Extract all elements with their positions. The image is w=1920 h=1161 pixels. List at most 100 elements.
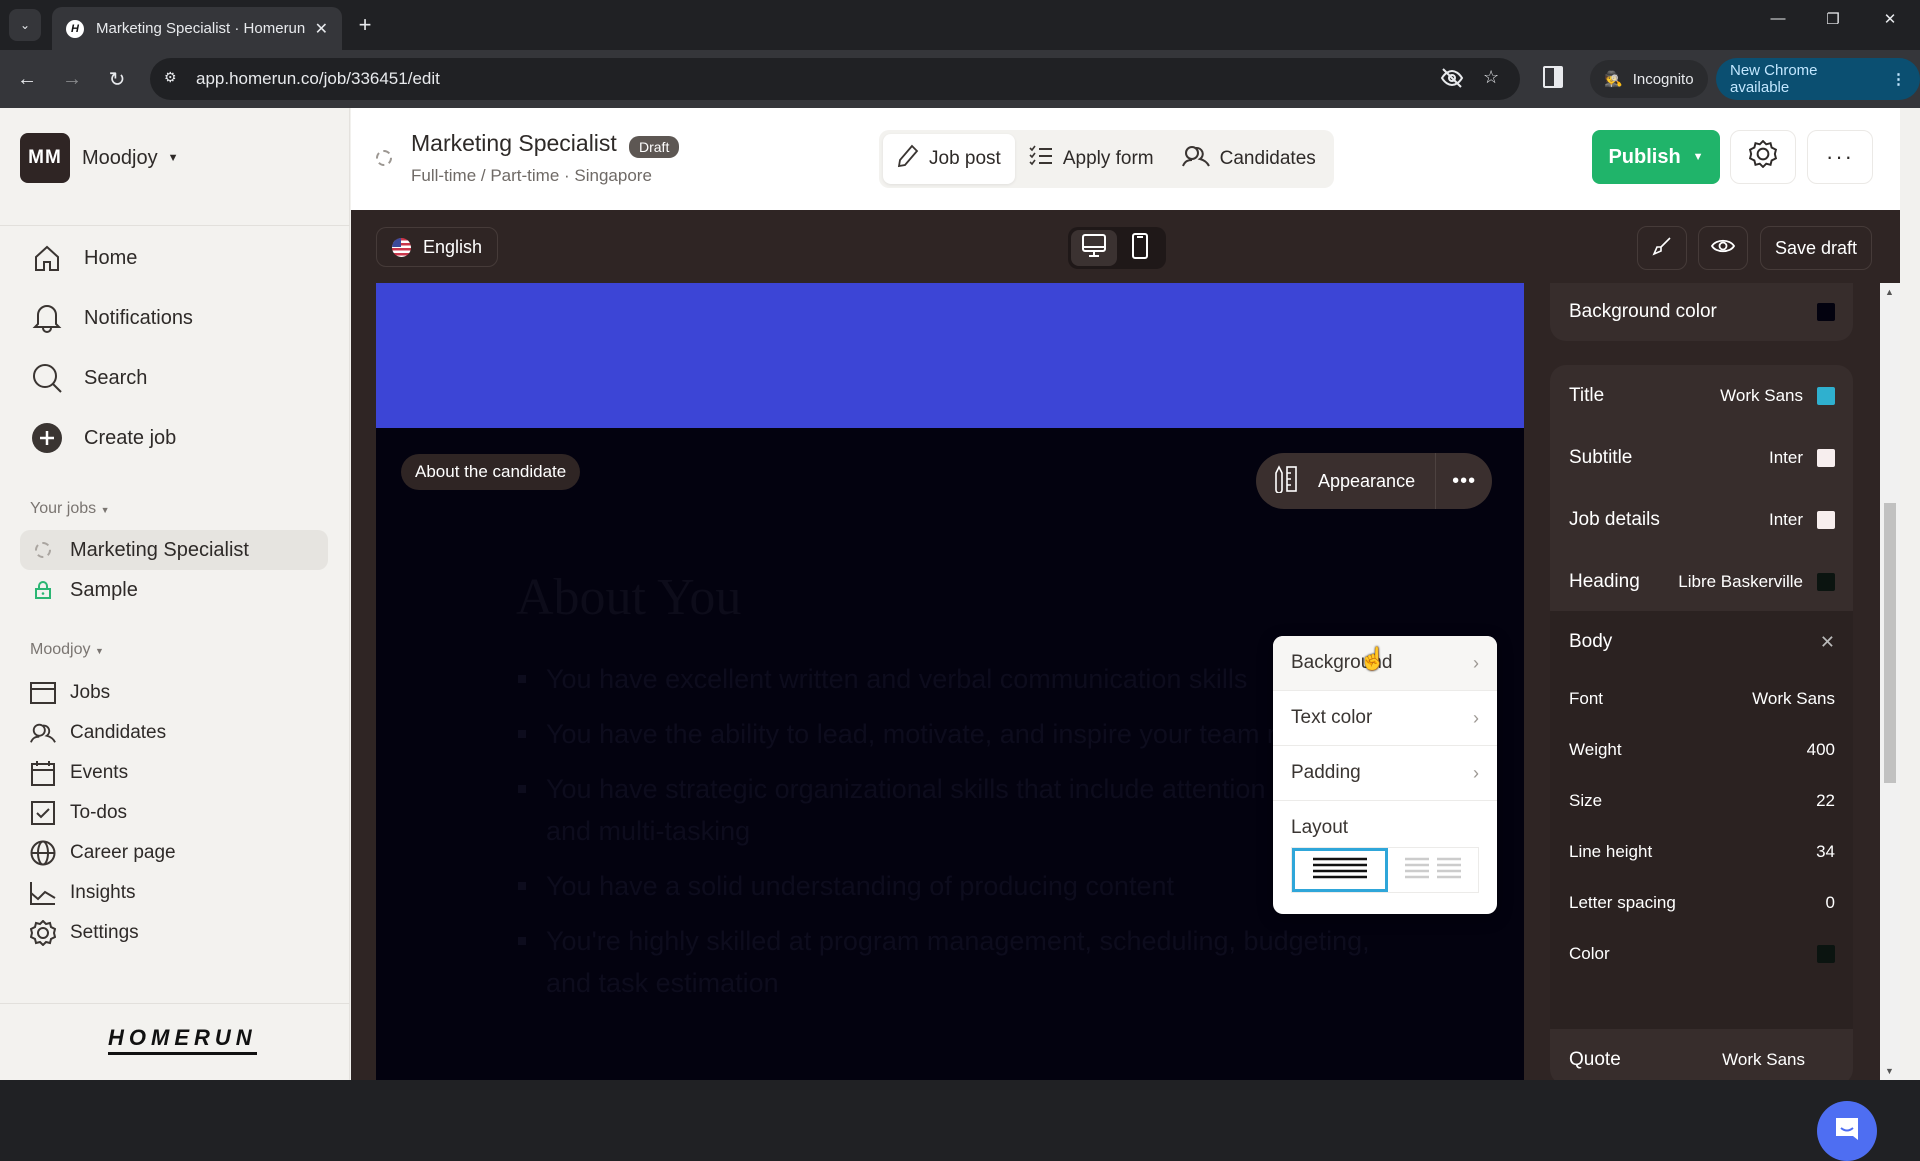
job-settings-button[interactable] bbox=[1730, 130, 1796, 184]
job-subtitle: Full-time / Part-time · Singapore bbox=[411, 166, 652, 185]
publish-button[interactable]: Publish ▼ bbox=[1592, 130, 1720, 184]
scroll-up-icon[interactable]: ▲ bbox=[1885, 287, 1894, 297]
body-weight-row[interactable]: Weight 400 bbox=[1550, 724, 1853, 775]
body-font-row[interactable]: Font Work Sans bbox=[1550, 673, 1853, 724]
homerun-logo[interactable]: HOMERUN bbox=[108, 1025, 257, 1055]
browser-tab[interactable]: H Marketing Specialist · Homerun ✕ bbox=[52, 7, 342, 50]
your-jobs-section-toggle[interactable]: Your jobs ▼ bbox=[30, 500, 110, 518]
back-button[interactable]: ← bbox=[12, 64, 42, 94]
tab-label: Apply form bbox=[1062, 148, 1154, 169]
org-switcher[interactable]: MM Moodjoy ▼ bbox=[20, 133, 179, 183]
paintbrush-icon bbox=[1652, 236, 1672, 261]
section-more-button[interactable]: ••• bbox=[1436, 453, 1492, 509]
close-icon[interactable]: ✕ bbox=[1820, 632, 1835, 653]
typography-row-subtitle[interactable]: Subtitle Inter bbox=[1550, 427, 1853, 489]
sidebar-item-search[interactable]: Search bbox=[30, 361, 147, 395]
site-settings-icon[interactable]: ⚙ bbox=[164, 69, 177, 86]
row-label: Heading bbox=[1569, 571, 1640, 592]
page-scrollbar[interactable]: ▲ ▼ bbox=[1880, 283, 1900, 1080]
tab-candidates[interactable]: Candidates bbox=[1168, 134, 1330, 184]
bookmark-star-icon[interactable]: ☆ bbox=[1483, 67, 1499, 88]
row-label: Font bbox=[1569, 688, 1604, 708]
language-selector[interactable]: English bbox=[376, 227, 499, 267]
update-chrome-button[interactable]: New Chrome available ⋮ bbox=[1716, 58, 1920, 100]
layout-single-column-option[interactable] bbox=[1292, 848, 1388, 892]
theme-editor-button[interactable] bbox=[1637, 226, 1687, 270]
sidebar-item-jobs[interactable]: Jobs bbox=[30, 680, 110, 706]
incognito-indicator[interactable]: 🕵 Incognito bbox=[1590, 60, 1708, 98]
org-section-toggle[interactable]: Moodjoy ▼ bbox=[30, 641, 104, 659]
eye-off-icon[interactable] bbox=[1440, 67, 1464, 94]
tab-job-post[interactable]: Job post bbox=[883, 134, 1015, 184]
background-color-swatch[interactable] bbox=[1817, 303, 1835, 321]
homerun-favicon-icon: H bbox=[66, 19, 84, 38]
mobile-icon bbox=[1132, 232, 1148, 264]
mobile-preview-button[interactable] bbox=[1117, 230, 1163, 266]
color-swatch[interactable] bbox=[1817, 511, 1835, 529]
body-typography-header[interactable]: Body ✕ bbox=[1550, 611, 1853, 673]
row-label: Title bbox=[1569, 385, 1605, 406]
menu-item-padding[interactable]: Padding › bbox=[1273, 746, 1497, 801]
editor-toolbar: English Save draft bbox=[351, 210, 1900, 283]
sidebar-item-notifications[interactable]: Notifications bbox=[30, 301, 193, 335]
section-heading[interactable]: About You bbox=[516, 568, 741, 627]
body-color-row[interactable]: Color bbox=[1550, 928, 1853, 979]
body-line-height-row[interactable]: Line height 34 bbox=[1550, 826, 1853, 877]
more-options-button[interactable]: ··· bbox=[1807, 130, 1873, 184]
requirements-list[interactable]: You have excellent written and verbal co… bbox=[516, 658, 1396, 1017]
new-tab-button[interactable]: + bbox=[352, 12, 378, 38]
body-size-row[interactable]: Size 22 bbox=[1550, 775, 1853, 826]
sidebar-item-insights[interactable]: Insights bbox=[30, 880, 135, 906]
caret-down-icon: ▼ bbox=[167, 152, 179, 164]
tab-apply-form[interactable]: Apply form bbox=[1015, 134, 1168, 184]
sidebar-item-home[interactable]: Home bbox=[30, 241, 137, 275]
restore-window-icon[interactable]: ❐ bbox=[1813, 10, 1853, 28]
sidebar-item-todos[interactable]: To-dos bbox=[30, 800, 127, 826]
background-color-row[interactable]: Background color bbox=[1550, 283, 1853, 341]
tab-search-button[interactable]: ⌄ bbox=[9, 9, 41, 41]
address-bar[interactable]: ⚙ app.homerun.co/job/336451/edit ☆ bbox=[150, 58, 1520, 100]
font-name: Inter bbox=[1768, 448, 1803, 467]
appearance-button[interactable]: Appearance bbox=[1256, 453, 1437, 509]
sidebar-item-settings[interactable]: Settings bbox=[30, 920, 139, 946]
layout-two-column-option[interactable] bbox=[1388, 848, 1478, 892]
desktop-preview-button[interactable] bbox=[1071, 230, 1117, 266]
sidebar-item-create-job[interactable]: Create job bbox=[30, 421, 176, 455]
sidebar-item-events[interactable]: Events bbox=[30, 760, 128, 786]
minimize-window-icon[interactable]: — bbox=[1758, 10, 1798, 27]
jobs-icon bbox=[30, 680, 56, 706]
forward-button[interactable]: → bbox=[57, 64, 87, 94]
menu-item-text-color[interactable]: Text color › bbox=[1273, 691, 1497, 746]
eye-icon bbox=[1710, 238, 1736, 259]
side-panel-icon[interactable] bbox=[1543, 66, 1563, 88]
typography-row-quote[interactable]: Quote Work Sans bbox=[1550, 1029, 1853, 1080]
color-swatch[interactable] bbox=[1817, 944, 1835, 963]
close-tab-icon[interactable]: ✕ bbox=[315, 19, 328, 39]
color-swatch[interactable] bbox=[1817, 449, 1835, 467]
reload-button[interactable]: ↻ bbox=[102, 64, 132, 94]
typography-row-heading[interactable]: Heading Libre Baskerville bbox=[1550, 551, 1853, 613]
sidebar-job-marketing-specialist[interactable]: Marketing Specialist bbox=[20, 530, 328, 570]
scrollbar-thumb[interactable] bbox=[1884, 503, 1896, 783]
kebab-menu-icon: ⋮ bbox=[1891, 71, 1906, 88]
color-swatch[interactable] bbox=[1817, 573, 1835, 591]
section-tag: About the candidate bbox=[401, 454, 581, 490]
typography-row-job-details[interactable]: Job details Inter bbox=[1550, 489, 1853, 551]
single-column-icon bbox=[1313, 857, 1367, 884]
appearance-menu: Background › Text color › Padding › Layo… bbox=[1273, 636, 1497, 914]
url-text[interactable]: app.homerun.co/job/336451/edit bbox=[196, 69, 440, 89]
sidebar-item-label: Events bbox=[70, 762, 129, 783]
scroll-down-icon[interactable]: ▼ bbox=[1885, 1066, 1894, 1076]
support-chat-button[interactable] bbox=[1817, 1101, 1877, 1161]
sidebar-item-candidates[interactable]: Candidates bbox=[30, 720, 166, 746]
sidebar-job-sample[interactable]: Sample bbox=[20, 570, 328, 610]
close-window-icon[interactable]: ✕ bbox=[1870, 10, 1910, 28]
body-letter-spacing-row[interactable]: Letter spacing 0 bbox=[1550, 877, 1853, 928]
save-draft-button[interactable]: Save draft bbox=[1760, 226, 1872, 270]
row-label: Size bbox=[1569, 790, 1603, 810]
sidebar-item-career-page[interactable]: Career page bbox=[30, 840, 176, 866]
hero-section-block[interactable] bbox=[376, 283, 1524, 428]
preview-button[interactable] bbox=[1698, 226, 1748, 270]
typography-row-title[interactable]: Title Work Sans bbox=[1550, 365, 1853, 427]
color-swatch[interactable] bbox=[1817, 387, 1835, 405]
